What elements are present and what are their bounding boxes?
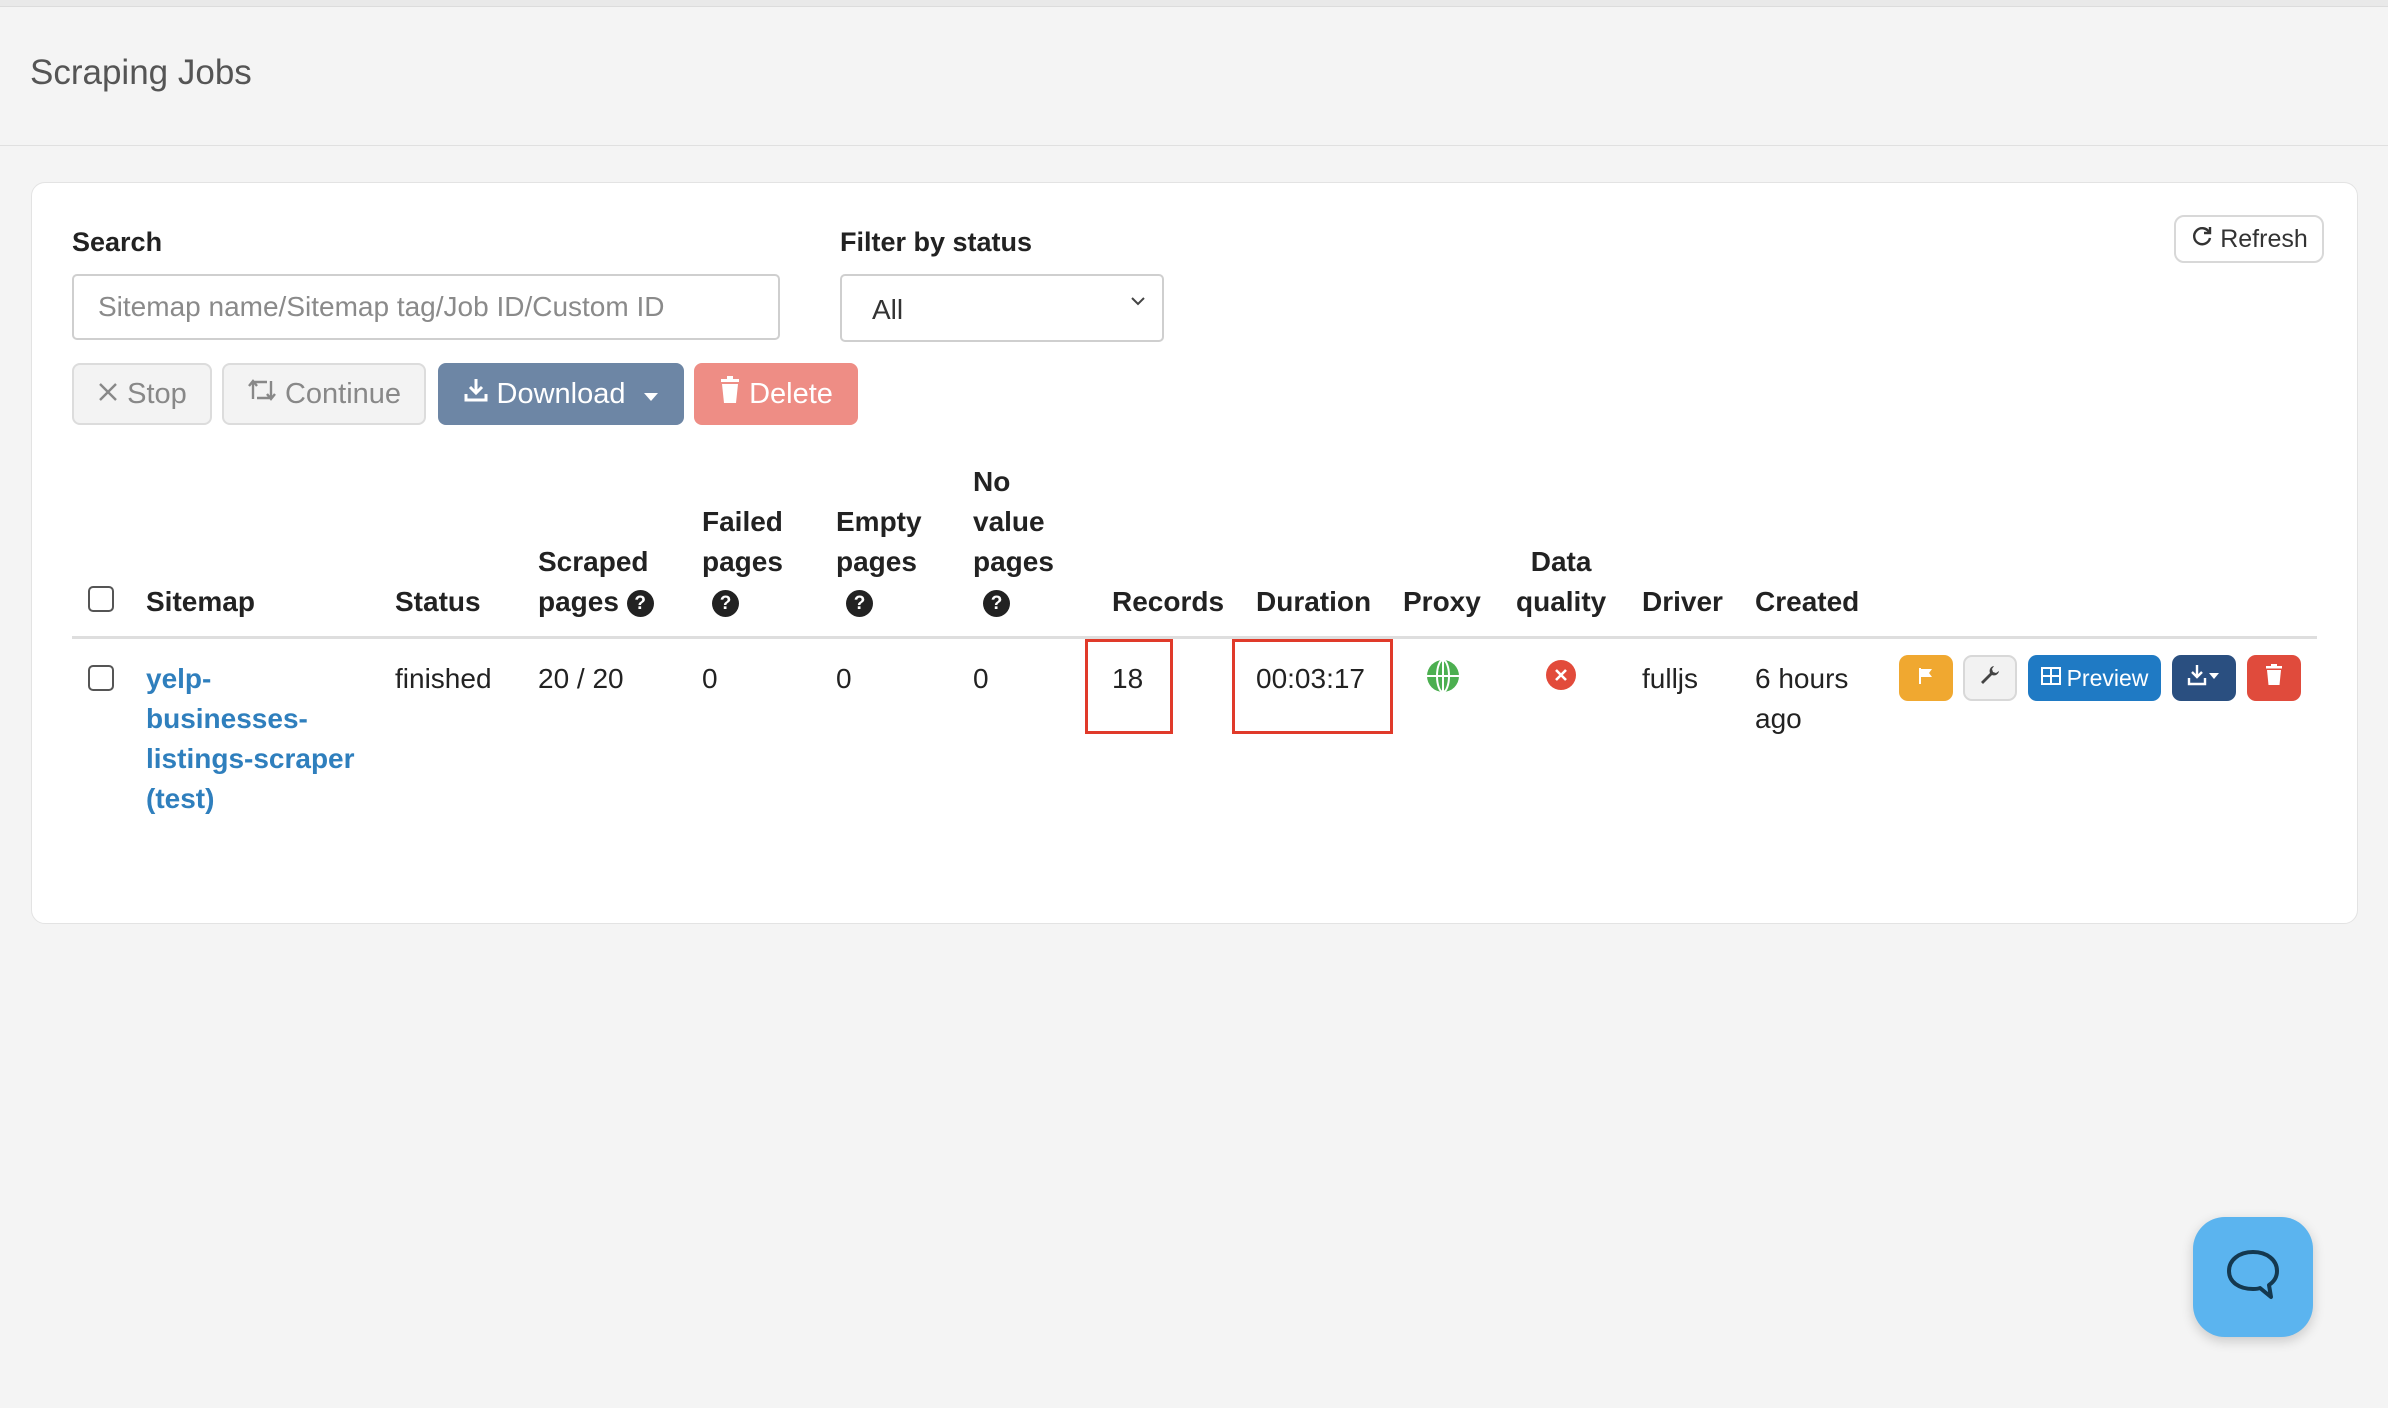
col-header-failed-pages[interactable]: Failed pages ? [702, 502, 783, 622]
col-header-sitemap[interactable]: Sitemap [146, 582, 255, 622]
col-header-records[interactable]: Records [1112, 582, 1224, 622]
help-icon[interactable]: ? [712, 590, 739, 618]
col-header-novalue-line-2: value [973, 506, 1045, 537]
trash-icon [719, 376, 741, 412]
empty-pages-value: 0 [836, 663, 852, 694]
chevron-down-icon [1128, 290, 1148, 318]
failed-pages-value: 0 [702, 663, 718, 694]
jobs-panel: Search Filter by status All Refresh Stop… [31, 182, 2358, 924]
stop-label: Stop [127, 377, 187, 410]
status-filter-label: Filter by status [840, 227, 1033, 257]
created-value: 6 hours ago [1755, 659, 1848, 739]
sitemap-link-line: listings-scraper [146, 743, 355, 774]
table-header-divider [72, 636, 2317, 639]
row-checkbox[interactable] [88, 665, 114, 691]
col-header-dq-line-1: Data [1530, 546, 1592, 577]
status-filter-value: All [872, 294, 904, 325]
help-icon[interactable]: ? [983, 590, 1010, 618]
continue-label: Continue [284, 377, 402, 410]
download-icon [463, 377, 489, 411]
page-header: Scraping Jobs [0, 7, 2388, 146]
col-header-empty-pages[interactable]: Empty pages ? [836, 502, 922, 622]
created-line: ago [1755, 703, 1802, 734]
col-header-novalue-line-1: No [973, 466, 1011, 497]
col-header-scraped-line-1: Scraped [538, 546, 649, 577]
table-icon [2040, 665, 2061, 692]
select-all-checkbox[interactable] [88, 586, 114, 612]
driver-value: fulljs [1642, 663, 1699, 694]
col-header-duration[interactable]: Duration [1256, 582, 1371, 622]
delete-label: Delete [749, 377, 833, 410]
sitemap-link-line: (test) [146, 783, 215, 814]
col-header-empty-line-2: pages [836, 546, 917, 577]
caret-down-icon [643, 378, 659, 411]
wrench-icon [1979, 664, 2001, 692]
download-label: Download [496, 377, 626, 410]
chat-support-button[interactable] [2193, 1217, 2313, 1337]
col-header-scraped-pages[interactable]: Scraped pages ? [538, 542, 654, 622]
status-filter-select[interactable]: All [840, 274, 1164, 342]
duration-value: 00:03:17 [1256, 663, 1365, 694]
help-icon[interactable]: ? [846, 590, 873, 618]
flag-button[interactable] [1899, 655, 1953, 701]
search-label: Search [72, 227, 163, 257]
col-header-created[interactable]: Created [1755, 582, 1859, 622]
download-icon [2187, 664, 2221, 692]
search-input[interactable] [72, 274, 780, 340]
globe-icon [1426, 659, 1460, 698]
top-bar [0, 0, 2388, 7]
chat-bubble-icon [2224, 1248, 2282, 1307]
data-quality-error-icon[interactable] [1545, 659, 1577, 696]
preview-label: Preview [2066, 664, 2149, 691]
trash-icon [2265, 664, 2283, 692]
stop-button[interactable]: Stop [72, 363, 212, 425]
refresh-icon [2190, 224, 2214, 255]
col-header-scraped-line-2: pages [538, 586, 619, 617]
col-header-failed-line-2: pages [702, 546, 783, 577]
col-header-data-quality[interactable]: Data quality [1516, 542, 1606, 622]
delete-button[interactable]: Delete [694, 363, 858, 425]
col-header-novalue-line-3: pages [973, 546, 1054, 577]
refresh-label: Refresh [2220, 224, 2308, 253]
continue-button[interactable]: Continue [222, 363, 426, 425]
col-header-empty-line-1: Empty [836, 506, 922, 537]
edit-button[interactable] [1963, 655, 2017, 701]
preview-button[interactable]: Preview [2028, 655, 2161, 701]
retweet-icon [247, 377, 277, 411]
row-delete-button[interactable] [2247, 655, 2301, 701]
col-header-dq-line-2: quality [1516, 586, 1607, 617]
row-download-button[interactable] [2172, 655, 2236, 701]
flag-icon [1916, 665, 1936, 692]
col-header-failed-line-1: Failed [702, 506, 783, 537]
help-icon[interactable]: ? [626, 590, 654, 618]
job-status: finished [395, 663, 492, 694]
no-value-pages-value: 0 [973, 663, 989, 694]
col-header-proxy[interactable]: Proxy [1403, 582, 1481, 622]
download-button[interactable]: Download [438, 363, 684, 425]
sitemap-link[interactable]: yelp- businesses- listings-scraper (test… [146, 659, 355, 819]
page-title: Scraping Jobs [30, 53, 252, 92]
col-header-no-value-pages[interactable]: No value pages ? [973, 462, 1054, 622]
sitemap-link-line: businesses- [146, 703, 308, 734]
created-line: 6 hours [1755, 663, 1849, 694]
sitemap-link-line: yelp- [146, 663, 212, 694]
col-header-driver[interactable]: Driver [1642, 582, 1723, 622]
records-value: 18 [1112, 663, 1144, 694]
refresh-button[interactable]: Refresh [2174, 215, 2324, 263]
close-icon [97, 378, 119, 411]
col-header-status[interactable]: Status [395, 582, 481, 622]
scraped-pages-value: 20 / 20 [538, 663, 624, 694]
